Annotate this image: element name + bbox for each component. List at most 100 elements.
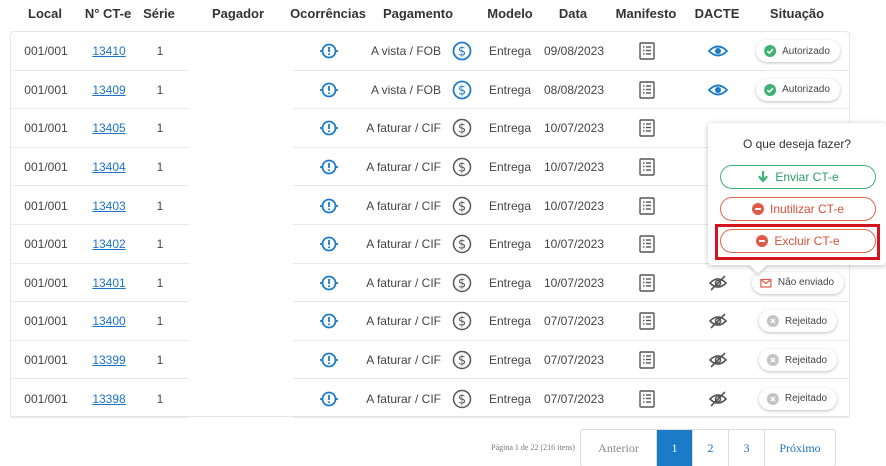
manifest-document-icon[interactable] <box>639 389 655 408</box>
payment-dollar-outline-icon[interactable]: $ <box>452 118 472 138</box>
table-row[interactable]: 001/001 13400 1 A faturar / CIF $ Entrega 07/0… <box>11 302 849 341</box>
payment-dollar-icon[interactable]: $ <box>452 41 472 61</box>
table-row[interactable]: 001/001 13410 1 A vista / FOB $ Entrega 09/08/… <box>11 32 849 71</box>
local-cell: 001/001 <box>24 82 68 97</box>
check-circle-icon <box>764 83 777 96</box>
serie-cell: 1 <box>156 44 164 59</box>
status-badge[interactable]: Autorizado <box>756 40 840 63</box>
manifest-document-icon[interactable] <box>639 312 655 331</box>
manifest-document-icon[interactable] <box>639 81 655 99</box>
row-divider <box>293 416 849 418</box>
ocorrencias-icon[interactable] <box>319 351 339 369</box>
status-badge[interactable]: Rejeitado <box>758 310 838 333</box>
table-row[interactable]: 001/001 13401 1 A faturar / CIF $ Entrega 10/0… <box>11 264 849 303</box>
status-badge[interactable]: Rejeitado <box>758 349 838 372</box>
inutilizar-cte-button[interactable]: Inutilizar CT-e <box>720 197 876 221</box>
cte-number-link[interactable]: 13402 <box>92 237 125 251</box>
payment-dollar-icon[interactable]: $ <box>452 80 472 100</box>
modelo-cell: Entrega <box>488 198 532 213</box>
pagination-page-3[interactable]: 3 <box>729 430 765 466</box>
modelo-cell: Entrega <box>488 391 532 406</box>
manifest-document-icon[interactable] <box>639 42 655 60</box>
cte-number-link[interactable]: 13403 <box>92 199 125 213</box>
cte-number-link[interactable]: 13410 <box>92 44 125 58</box>
pagination-page-2[interactable]: 2 <box>693 430 729 466</box>
send-cte-button[interactable]: Enviar CT-e <box>720 165 876 189</box>
ocorrencias-icon[interactable] <box>319 197 339 215</box>
eye-off-icon[interactable] <box>708 312 728 330</box>
payment-dollar-outline-icon[interactable]: $ <box>452 196 472 216</box>
svg-text:$: $ <box>458 315 466 330</box>
payment-dollar-outline-icon[interactable]: $ <box>452 389 472 409</box>
data-cell: 10/07/2023 <box>543 237 605 252</box>
data-cell: 07/07/2023 <box>543 353 605 368</box>
eye-icon[interactable] <box>708 44 728 58</box>
data-cell: 07/07/2023 <box>543 314 605 329</box>
local-cell: 001/001 <box>24 237 68 252</box>
table-row[interactable]: 001/001 13398 1 A faturar / CIF $ Entrega 07/0… <box>11 379 849 418</box>
manifest-document-icon[interactable] <box>639 274 655 292</box>
cte-number-link[interactable]: 13405 <box>92 121 125 135</box>
ocorrencias-icon[interactable] <box>319 390 339 408</box>
table-row[interactable]: 001/001 13399 1 A faturar / CIF $ Entrega 07/0… <box>11 341 849 380</box>
manifest-document-icon[interactable] <box>639 158 655 176</box>
cte-number-link[interactable]: 13400 <box>92 314 125 328</box>
col-modelo[interactable]: Modelo <box>487 6 533 21</box>
payment-dollar-outline-icon[interactable]: $ <box>452 350 472 370</box>
ocorrencias-icon[interactable] <box>319 119 339 137</box>
cte-number-link[interactable]: 13399 <box>92 353 125 367</box>
payment-dollar-outline-icon[interactable]: $ <box>452 234 472 254</box>
modelo-cell: Entrega <box>488 314 532 329</box>
manifest-document-icon[interactable] <box>639 119 655 138</box>
col-pagador[interactable]: Pagador <box>212 6 264 21</box>
cte-number-link[interactable]: 13401 <box>92 276 125 290</box>
popover-title: O que deseja fazer? <box>742 137 852 151</box>
pagamento-cell: A faturar / CIF <box>366 391 441 406</box>
payment-dollar-outline-icon[interactable]: $ <box>452 273 472 293</box>
pagination-page-1[interactable]: 1 <box>657 430 693 466</box>
eye-icon[interactable] <box>708 83 728 97</box>
status-badge[interactable]: Rejeitado <box>758 387 838 410</box>
ocorrencias-icon[interactable] <box>319 312 339 330</box>
pagamento-cell: A vista / FOB <box>370 44 441 59</box>
pagamento-cell: A faturar / CIF <box>366 121 441 136</box>
ocorrencias-icon[interactable] <box>319 158 339 176</box>
col-dacte[interactable]: DACTE <box>695 6 740 21</box>
col-ocorrencias[interactable]: Ocorrências <box>290 6 366 21</box>
payment-dollar-outline-icon[interactable]: $ <box>452 157 472 177</box>
manifest-document-icon[interactable] <box>639 196 655 215</box>
arrow-down-icon <box>758 171 768 183</box>
cte-number-link[interactable]: 13398 <box>92 392 125 406</box>
table-row[interactable]: 001/001 13409 1 A vista / FOB $ Entrega 08/08/… <box>11 71 849 110</box>
row-divider <box>11 416 189 418</box>
modelo-cell: Entrega <box>488 275 532 290</box>
manifest-document-icon[interactable] <box>639 351 655 369</box>
status-label: Autorizado <box>782 84 830 96</box>
col-data[interactable]: Data <box>559 6 587 21</box>
manifest-document-icon[interactable] <box>639 235 655 253</box>
status-badge[interactable]: Autorizado <box>756 78 840 101</box>
eye-off-icon[interactable] <box>708 390 728 408</box>
payment-dollar-outline-icon[interactable]: $ <box>452 311 472 331</box>
pagination-next-button[interactable]: Próximo <box>765 430 835 466</box>
ocorrencias-icon[interactable] <box>319 42 339 60</box>
status-badge[interactable]: Não enviado <box>751 271 845 294</box>
ocorrencias-icon[interactable] <box>319 274 339 292</box>
col-manifesto[interactable]: Manifesto <box>616 6 677 21</box>
cte-number-link[interactable]: 13409 <box>92 83 125 97</box>
ocorrencias-icon[interactable] <box>319 235 339 253</box>
col-situacao[interactable]: Situação <box>770 6 824 21</box>
local-cell: 001/001 <box>24 391 68 406</box>
col-pagamento[interactable]: Pagamento <box>383 6 453 21</box>
ocorrencias-icon[interactable] <box>319 81 339 99</box>
col-serie[interactable]: Série <box>143 6 175 21</box>
eye-off-icon[interactable] <box>708 351 728 369</box>
col-local[interactable]: Local <box>28 6 62 21</box>
eye-off-icon[interactable] <box>708 274 728 292</box>
pagination-prev-button[interactable]: Anterior <box>581 430 657 466</box>
col-numero[interactable]: N° CT-e <box>85 6 131 21</box>
svg-text:$: $ <box>458 83 466 98</box>
svg-text:$: $ <box>458 199 466 214</box>
serie-cell: 1 <box>156 391 164 406</box>
cte-number-link[interactable]: 13404 <box>92 160 125 174</box>
